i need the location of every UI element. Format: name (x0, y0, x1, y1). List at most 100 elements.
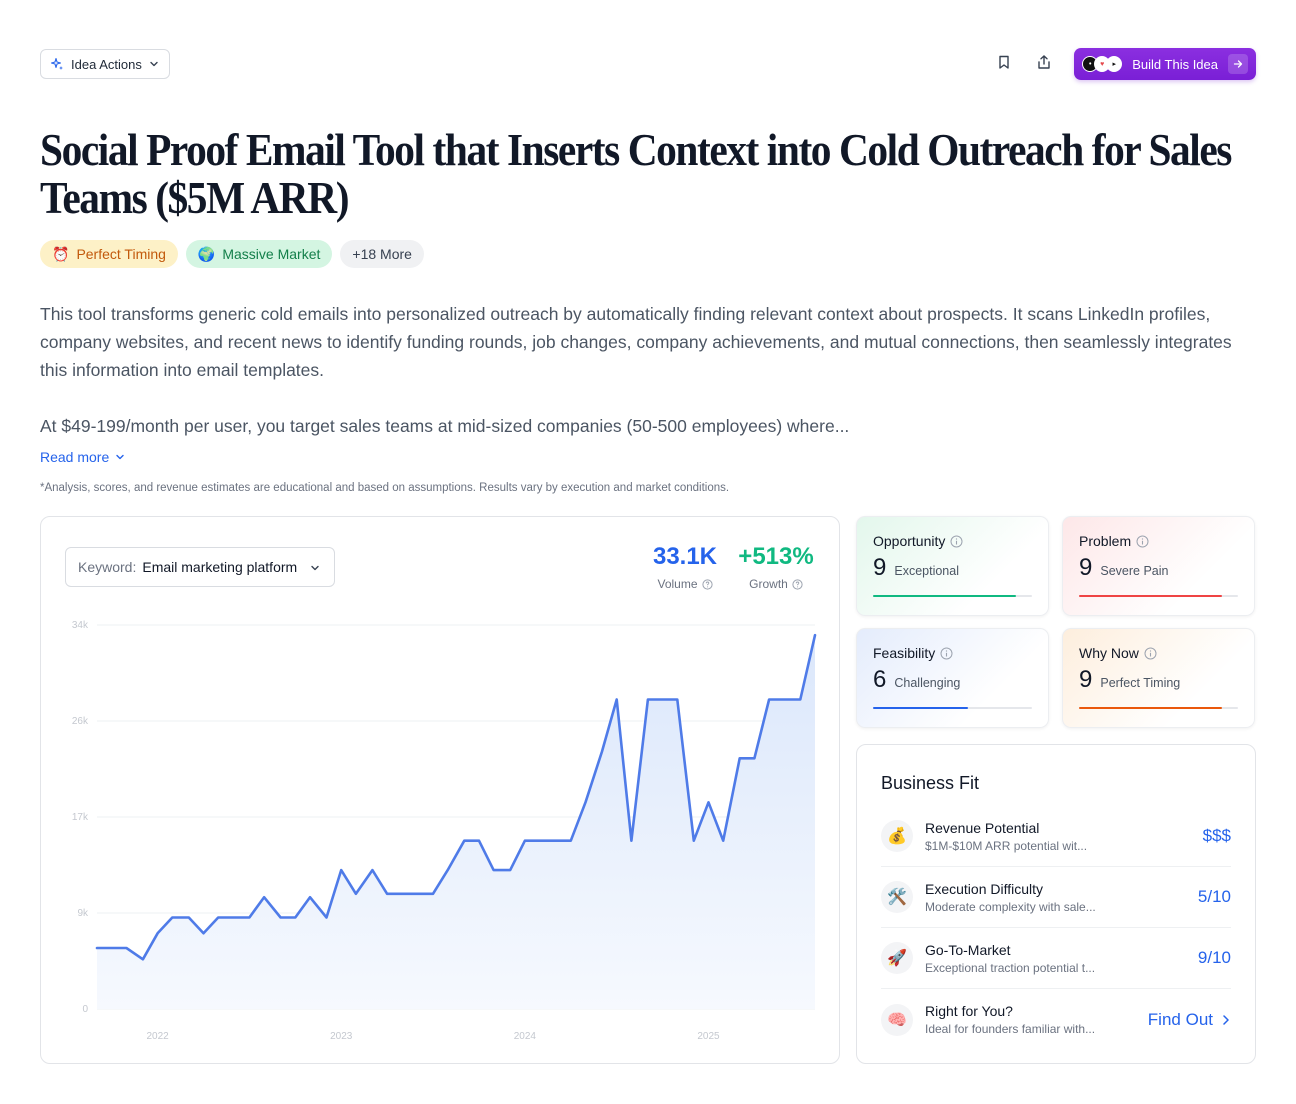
fit-row-subtitle: Ideal for founders familiar with... (925, 1022, 1096, 1036)
score-description: Severe Pain (1100, 564, 1169, 578)
score-line: 9 Severe Pain (1079, 554, 1238, 582)
score-card-opportunity[interactable]: Opportunity 9 Exceptional (856, 516, 1049, 616)
score-number: 9 (873, 554, 887, 581)
score-name: Feasibility (873, 645, 936, 661)
idea-description: This tool transforms generic cold emails… (40, 300, 1260, 440)
idea-actions-button[interactable]: Idea Actions (40, 49, 170, 79)
rocket-icon: 🚀 (881, 942, 913, 974)
badge-label: +18 More (352, 246, 412, 262)
fit-row-go-to-market[interactable]: 🚀 Go-To-Market Exceptional traction pote… (881, 928, 1231, 989)
info-icon[interactable] (1144, 647, 1157, 660)
score-bar (1079, 595, 1238, 597)
fit-row-value: 9/10 (1197, 948, 1231, 967)
score-name: Problem (1079, 533, 1132, 549)
y-tick-label: 0 (82, 1004, 88, 1015)
score-card-feasibility[interactable]: Feasibility 6 Challenging (856, 628, 1049, 728)
page-title: Social Proof Email Tool that Inserts Con… (40, 124, 1232, 223)
score-card-problem[interactable]: Problem 9 Severe Pain (1062, 516, 1255, 616)
score-bar (873, 595, 1032, 597)
y-tick-label: 34k (72, 620, 89, 631)
bookmark-icon (996, 54, 1012, 75)
disclaimer-text: *Analysis, scores, and revenue estimates… (40, 482, 730, 494)
score-description: Exceptional (894, 564, 959, 578)
read-more-link[interactable]: Read more (40, 449, 125, 465)
trend-chart-card: Keyword: Email marketing platform 33.1K … (40, 516, 840, 1064)
badge-massive-market[interactable]: 🌍 Massive Market (185, 240, 333, 268)
fit-row-title: Right for You? (925, 1003, 1013, 1019)
sparkle-icon (50, 57, 64, 71)
tool-logos: • ♥ ▸ (1082, 56, 1123, 72)
top-bar: Idea Actions • ♥ ▸ Build This Idea (40, 48, 1256, 80)
y-tick-label: 26k (72, 716, 89, 727)
fit-row-text: Right for You? Ideal for founders famili… (925, 1003, 1148, 1036)
score-card-why-now[interactable]: Why Now 9 Perfect Timing (1062, 628, 1255, 728)
x-tick-label: 2022 (146, 1031, 169, 1042)
x-tick-label: 2023 (330, 1031, 353, 1042)
fit-row-subtitle: Moderate complexity with sale... (925, 899, 1096, 914)
badge-label: Perfect Timing (76, 246, 166, 262)
fit-row-text: Go-To-Market Exceptional traction potent… (925, 942, 1198, 975)
arrow-right-icon (1228, 54, 1248, 74)
chevron-down-icon (149, 59, 159, 69)
score-bar-fill (873, 595, 1017, 597)
score-description: Perfect Timing (1100, 676, 1181, 690)
trend-chart[interactable]: 0 9k 17k 26k 34k 2022 2023 2024 2025 (41, 517, 839, 1063)
fit-row-text: Execution Difficulty Moderate complexity… (925, 881, 1198, 914)
fit-row-subtitle: $1M-$10M ARR potential wit... (925, 838, 1088, 853)
score-line: 9 Exceptional (873, 554, 1032, 582)
bookmark-button[interactable] (988, 48, 1020, 80)
fit-row-right-for-you[interactable]: 🧠 Right for You? Ideal for founders fami… (881, 989, 1231, 1050)
fit-row-revenue-potential[interactable]: 💰 Revenue Potential $1M-$10M ARR potenti… (881, 806, 1231, 867)
trend-area (97, 635, 815, 1009)
top-actions: • ♥ ▸ Build This Idea (988, 48, 1256, 80)
x-tick-label: 2025 (697, 1031, 720, 1042)
info-icon[interactable] (940, 647, 953, 660)
fit-row-value: 5/10 (1197, 887, 1231, 906)
score-line: 9 Perfect Timing (1079, 666, 1238, 694)
badge-label: Massive Market (222, 246, 321, 262)
tool-logo-icon: ▸ (1106, 56, 1123, 72)
read-more-label: Read more (40, 449, 110, 465)
fit-row-text: Revenue Potential $1M-$10M ARR potential… (925, 820, 1203, 853)
score-number: 9 (1079, 554, 1093, 581)
score-bar-fill (873, 707, 969, 709)
fit-row-subtitle: Exceptional traction potential t... (925, 960, 1096, 975)
build-idea-button[interactable]: • ♥ ▸ Build This Idea (1074, 48, 1256, 80)
tag-badges: ⏰ Perfect Timing 🌍 Massive Market +18 Mo… (40, 240, 424, 268)
y-tick-label: 17k (72, 812, 89, 823)
fit-row-execution-difficulty[interactable]: 🛠️ Execution Difficulty Moderate complex… (881, 867, 1231, 928)
build-idea-label: Build This Idea (1132, 56, 1218, 72)
score-description: Challenging (894, 676, 961, 690)
idea-actions-label: Idea Actions (71, 56, 142, 72)
find-out-label: Find Out (1147, 1009, 1213, 1029)
business-fit-card: Business Fit 💰 Revenue Potential $1M-$10… (856, 744, 1256, 1064)
score-name-row: Why Now (1079, 645, 1238, 661)
score-name-row: Opportunity (873, 533, 1032, 549)
info-icon[interactable] (950, 535, 963, 548)
business-fit-title: Business Fit (881, 773, 980, 793)
share-icon (1036, 54, 1052, 75)
chevron-down-icon (115, 449, 125, 465)
score-name: Why Now (1079, 645, 1139, 661)
score-line: 6 Challenging (873, 666, 1032, 694)
score-name-row: Feasibility (873, 645, 1032, 661)
find-out-link[interactable]: Find Out (1148, 1010, 1231, 1030)
score-name-row: Problem (1079, 533, 1238, 549)
more-badges-button[interactable]: +18 More (340, 240, 424, 268)
score-bar (873, 707, 1032, 709)
score-number: 6 (873, 666, 887, 693)
score-bar-fill (1079, 707, 1223, 709)
description-paragraph: At $49-199/month per user, you target sa… (40, 416, 850, 436)
x-tick-label: 2024 (514, 1031, 537, 1042)
score-bar (1079, 707, 1238, 709)
fit-row-value: $$$ (1202, 826, 1231, 845)
chevron-right-icon (1223, 1014, 1229, 1025)
share-button[interactable] (1028, 48, 1060, 80)
info-icon[interactable] (1136, 535, 1149, 548)
tools-icon: 🛠️ (881, 881, 913, 913)
fit-row-title: Execution Difficulty (925, 880, 1044, 897)
score-number: 9 (1079, 666, 1093, 693)
y-tick-label: 9k (77, 908, 89, 919)
badge-perfect-timing[interactable]: ⏰ Perfect Timing (40, 240, 178, 268)
score-bar-fill (1079, 595, 1223, 597)
